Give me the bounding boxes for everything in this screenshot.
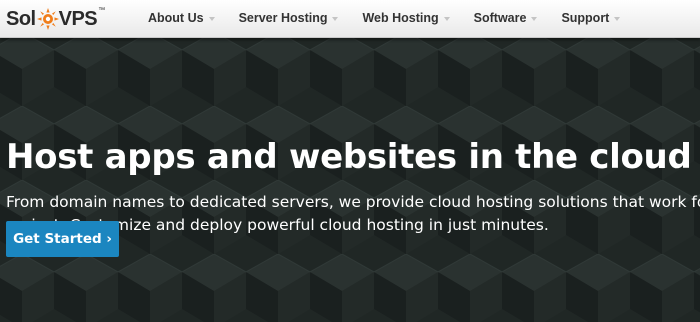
nav-item-label: Support bbox=[561, 11, 610, 25]
top-navigation-bar: Sol VPS ™ About Us Server Hosting Web Ho… bbox=[0, 0, 700, 38]
logo-text-sol: Sol bbox=[6, 7, 36, 30]
nav-item-web-hosting[interactable]: Web Hosting bbox=[350, 0, 461, 36]
nav-item-label: Software bbox=[473, 11, 527, 25]
nav-item-label: Server Hosting bbox=[238, 11, 328, 25]
nav-item-server-hosting[interactable]: Server Hosting bbox=[227, 0, 351, 36]
logo-text-vps: VPS bbox=[58, 7, 98, 30]
nav-item-software[interactable]: Software bbox=[462, 0, 550, 36]
hero-banner: Host apps and websites in the cloud From… bbox=[0, 38, 700, 322]
sun-icon bbox=[36, 8, 59, 30]
trademark-symbol: ™ bbox=[98, 7, 106, 14]
nav-item-about-us[interactable]: About Us bbox=[136, 0, 227, 36]
cube-pattern-background bbox=[0, 38, 700, 322]
chevron-down-icon bbox=[614, 16, 621, 21]
chevron-down-icon bbox=[332, 16, 339, 21]
get-started-button[interactable]: Get Started › bbox=[6, 221, 119, 257]
nav-item-label: About Us bbox=[148, 11, 204, 25]
hero-subtitle-line-1: From domain names to dedicated servers, … bbox=[6, 193, 700, 211]
chevron-down-icon bbox=[531, 16, 538, 21]
nav-item-label: Web Hosting bbox=[362, 11, 439, 25]
nav-item-support[interactable]: Support bbox=[549, 0, 632, 36]
main-menu: About Us Server Hosting Web Hosting Soft… bbox=[136, 0, 632, 36]
chevron-down-icon bbox=[208, 16, 215, 21]
site-logo[interactable]: Sol VPS ™ bbox=[6, 5, 105, 33]
chevron-down-icon bbox=[443, 16, 450, 21]
hero-title: Host apps and websites in the cloud bbox=[6, 137, 692, 177]
